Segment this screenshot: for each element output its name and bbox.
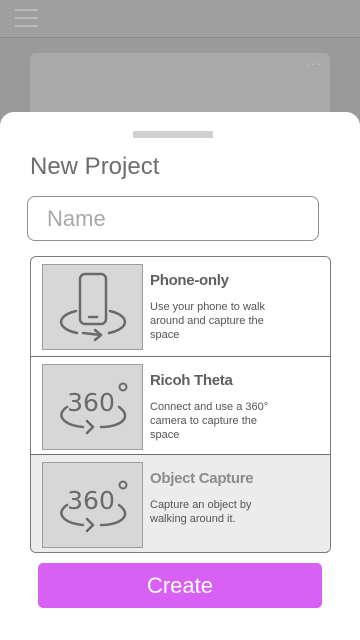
more-options-icon: ···	[305, 55, 322, 71]
sheet-title: New Project	[30, 153, 160, 180]
project-name-input[interactable]	[27, 196, 319, 241]
sheet-drag-handle[interactable]	[133, 131, 213, 138]
new-project-sheet: New Project Phone-only Use your phone to…	[0, 112, 360, 640]
360-camera-icon: 360	[42, 364, 143, 450]
option-description: Capture an object by walking around it.	[150, 499, 252, 525]
capture-mode-list: Phone-only Use your phone to walk around…	[30, 256, 331, 553]
option-title: Phone-only	[150, 272, 229, 289]
create-button[interactable]: Create	[38, 563, 322, 608]
option-ricoh-theta[interactable]: 360 Ricoh Theta Connect and use a 360° c…	[31, 356, 330, 455]
option-description: Use your phone to walk around and captur…	[150, 301, 265, 341]
option-object-capture[interactable]: 360 Object Capture Capture an object by …	[31, 455, 330, 552]
background-top-bar	[0, 0, 360, 38]
svg-text:360: 360	[67, 486, 115, 515]
option-description: Connect and use a 360° camera to capture…	[150, 401, 269, 441]
hamburger-menu-icon	[15, 9, 38, 29]
option-title: Object Capture	[150, 470, 254, 487]
option-phone-only[interactable]: Phone-only Use your phone to walk around…	[31, 257, 330, 356]
360-object-icon: 360	[42, 462, 143, 548]
option-title: Ricoh Theta	[150, 372, 233, 389]
svg-text:360: 360	[67, 388, 115, 417]
phone-rotate-icon	[42, 264, 143, 350]
